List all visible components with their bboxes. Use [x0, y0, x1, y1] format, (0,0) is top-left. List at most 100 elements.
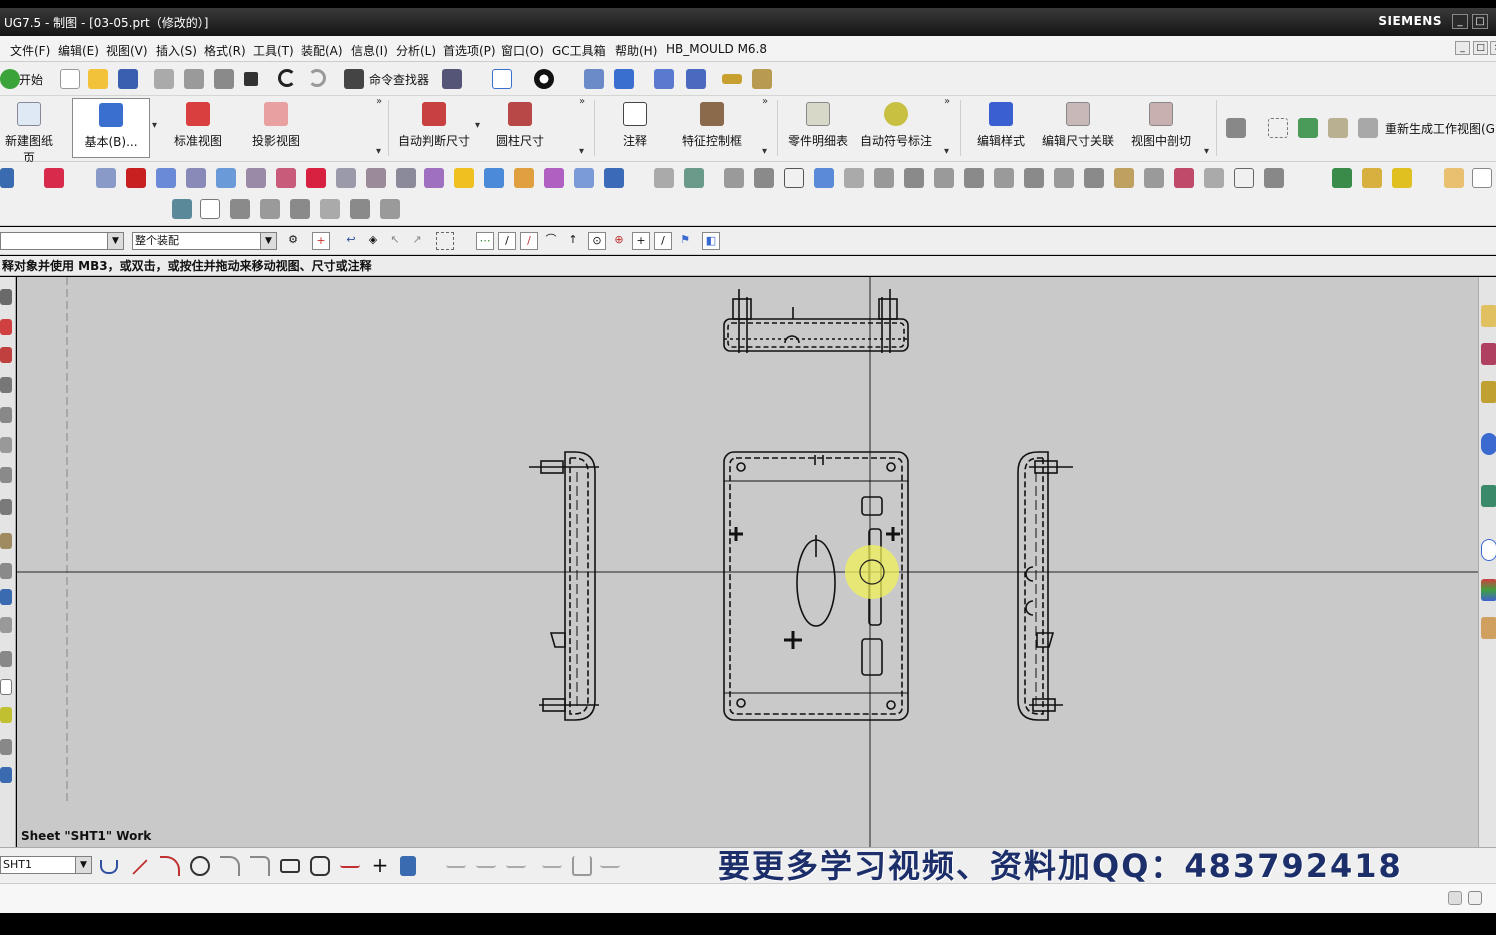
trim-body-icon[interactable]: [724, 168, 744, 188]
render-style-icon[interactable]: [534, 69, 554, 89]
drawing-sheet[interactable]: [17, 277, 1478, 847]
fit-view-icon[interactable]: [492, 69, 512, 89]
subtract-icon[interactable]: [246, 168, 266, 188]
open-icon[interactable]: [88, 69, 108, 89]
save-icon[interactable]: [118, 69, 138, 89]
mould-doc-icon[interactable]: [200, 199, 220, 219]
line-icon[interactable]: [132, 859, 148, 875]
mould-wizard-icon[interactable]: [172, 199, 192, 219]
feature-control-frame-button[interactable]: 特征控制框: [676, 98, 748, 158]
gear-icon[interactable]: ⚙: [284, 232, 302, 250]
block-icon[interactable]: [126, 168, 146, 188]
auto-dimension-button[interactable]: 自动判断尺寸: [396, 98, 472, 158]
lip-icon[interactable]: [994, 168, 1014, 188]
mould-insert-icon[interactable]: [290, 199, 310, 219]
snap-quadrant-icon[interactable]: ⊕: [610, 232, 628, 250]
menu-window[interactable]: 窗口(O): [501, 42, 544, 59]
scope-combo[interactable]: 整个装配 ▼: [132, 232, 277, 250]
extrude-icon[interactable]: [96, 168, 116, 188]
spline-icon[interactable]: [340, 856, 360, 868]
refresh-icon[interactable]: [0, 767, 12, 783]
auto-dimension-dropdown-icon[interactable]: ▾: [475, 120, 480, 131]
regenerate-work-view-icon[interactable]: [1358, 118, 1378, 138]
intersect-icon[interactable]: [276, 168, 296, 188]
ribbon-dropdown-icon-2[interactable]: ▾: [579, 146, 584, 157]
ribbon-dropdown-icon[interactable]: ▾: [376, 146, 381, 157]
menu-help[interactable]: 帮助(H): [615, 42, 657, 59]
pad-icon[interactable]: [604, 168, 624, 188]
rib-icon[interactable]: [964, 168, 984, 188]
menu-analysis[interactable]: 分析(L): [396, 42, 436, 59]
scale-body-icon[interactable]: [814, 168, 834, 188]
pattern-feature-icon[interactable]: [454, 168, 474, 188]
edge-blend-icon[interactable]: [306, 168, 326, 188]
flange-icon[interactable]: [934, 168, 954, 188]
roles-icon[interactable]: [0, 651, 12, 667]
system-scenes-icon[interactable]: [0, 679, 12, 695]
move-layer-icon[interactable]: [686, 69, 706, 89]
ribbon-overflow-icon-4[interactable]: »: [944, 96, 950, 107]
process-studio-icon[interactable]: [0, 589, 12, 605]
start-icon[interactable]: [0, 69, 20, 89]
menu-file[interactable]: 文件(F): [10, 42, 50, 59]
color-palette-icon[interactable]: [1481, 579, 1496, 601]
menu-information[interactable]: 信息(I): [351, 42, 388, 59]
thread-icon[interactable]: [424, 168, 444, 188]
cone-icon[interactable]: [186, 168, 206, 188]
boss-icon[interactable]: [544, 168, 564, 188]
chevron-down-icon[interactable]: ▼: [107, 233, 123, 249]
ribbon-overflow-icon-2[interactable]: »: [579, 96, 585, 107]
reuse-library-icon[interactable]: [0, 437, 12, 453]
pattern-icon[interactable]: [752, 69, 772, 89]
hole-icon[interactable]: [514, 168, 534, 188]
menu-view[interactable]: 视图(V): [106, 42, 148, 59]
history-icon[interactable]: [0, 319, 12, 335]
cylinder-icon[interactable]: [156, 168, 176, 188]
doc-close-button[interactable]: ×: [1490, 41, 1496, 55]
mould-tool-icon[interactable]: [230, 199, 250, 219]
display-icon[interactable]: [44, 168, 64, 188]
datum-icon[interactable]: [654, 168, 674, 188]
measure-icon[interactable]: [722, 74, 742, 84]
part-navigator-icon[interactable]: [0, 289, 12, 305]
chamfer-icon[interactable]: [336, 168, 356, 188]
mirror-icon[interactable]: [484, 168, 504, 188]
point-icon[interactable]: +: [370, 855, 390, 876]
snap-center-icon[interactable]: ⊙: [588, 232, 606, 250]
parts-list-button[interactable]: 零件明细表: [786, 98, 850, 158]
sew-icon[interactable]: [844, 168, 864, 188]
system-materials-icon[interactable]: [0, 563, 12, 579]
select-face-icon[interactable]: ↖: [386, 232, 404, 250]
show-constraints-icon[interactable]: [600, 856, 620, 868]
new-file-icon[interactable]: [60, 69, 80, 89]
assembly-constraint-icon[interactable]: [1332, 168, 1352, 188]
ribbon-overflow-icon[interactable]: »: [376, 96, 382, 107]
chamfer-sketch-icon[interactable]: [250, 856, 270, 876]
menu-preferences[interactable]: 首选项(P): [443, 42, 496, 59]
boss-hole-icon[interactable]: [1054, 168, 1074, 188]
snap-control-icon[interactable]: ⌒: [542, 232, 560, 250]
snap-intersection-icon[interactable]: ↑: [564, 232, 582, 250]
sheet-combo[interactable]: SHT1 ▼: [0, 856, 92, 874]
constraints-icon[interactable]: [542, 856, 562, 868]
auto-constrain-icon[interactable]: [572, 856, 592, 876]
snap-view-icon[interactable]: [584, 69, 604, 89]
snapshot-icon[interactable]: [1481, 485, 1496, 507]
profile-icon[interactable]: [100, 860, 118, 874]
menu-assembly[interactable]: 装配(A): [301, 42, 343, 59]
mould-base-icon[interactable]: [260, 199, 280, 219]
resize-face-icon[interactable]: [1234, 168, 1254, 188]
roles-user-icon[interactable]: [1481, 617, 1496, 639]
auto-balloon-button[interactable]: 自动符号标注: [858, 98, 934, 158]
menu-hb-mould[interactable]: HB_MOULD M6.8: [666, 42, 767, 56]
web-browser-icon[interactable]: [0, 499, 12, 515]
type-filter-combo[interactable]: ▼: [0, 232, 124, 250]
delete-icon[interactable]: [244, 72, 258, 86]
regenerate-work-view-label[interactable]: 重新生成工作视图(G): [1385, 120, 1496, 137]
redo-icon[interactable]: [308, 69, 326, 87]
sweep-icon[interactable]: [684, 168, 704, 188]
mould-slider-icon[interactable]: [320, 199, 340, 219]
select-all-icon[interactable]: +: [312, 232, 330, 250]
circle-icon[interactable]: [190, 856, 210, 876]
drawing-templates-icon[interactable]: [0, 739, 12, 755]
